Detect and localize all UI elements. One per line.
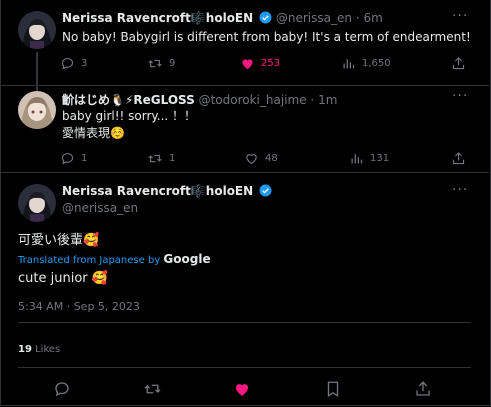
action-bar: 1 1 48 131 bbox=[0, 151, 489, 167]
divider bbox=[18, 322, 471, 323]
action-bar bbox=[0, 380, 489, 400]
retweet-button[interactable]: 1 bbox=[147, 151, 175, 166]
share-button[interactable] bbox=[414, 380, 432, 398]
like-button[interactable]: 253 bbox=[240, 56, 280, 71]
more-options-button[interactable]: ··· bbox=[452, 88, 468, 104]
share-icon bbox=[451, 56, 466, 71]
like-count: 48 bbox=[265, 153, 278, 164]
verified-icon bbox=[259, 184, 272, 200]
tweet-text-line-2: 愛情表現☺️ bbox=[62, 126, 125, 140]
views-count: 1,650 bbox=[362, 58, 391, 69]
views-count: 131 bbox=[370, 153, 390, 164]
display-name[interactable]: 齘はじめ🐧⚡ReGLOSS bbox=[62, 93, 195, 107]
share-button[interactable] bbox=[451, 56, 466, 71]
bookmark-button[interactable] bbox=[324, 380, 342, 398]
retweet-icon bbox=[143, 380, 162, 398]
handle[interactable]: @nerissa_en bbox=[62, 201, 138, 215]
avatar[interactable] bbox=[18, 11, 56, 49]
handle[interactable]: @todoroki_hajime bbox=[199, 93, 307, 107]
like-icon bbox=[244, 151, 259, 166]
focused-tweet: Nerissa Ravencroft🎼️holoEN @nerissa_en ·… bbox=[0, 172, 489, 407]
views-button[interactable]: 1,650 bbox=[341, 56, 391, 71]
reply-button[interactable]: 1 bbox=[60, 151, 87, 166]
views-button[interactable]: 131 bbox=[349, 151, 389, 166]
like-count: 253 bbox=[261, 58, 281, 69]
tweet-header: Nerissa Ravencroft🎼️holoEN bbox=[62, 184, 272, 200]
display-name[interactable]: Nerissa Ravencroft🎼️holoEN bbox=[62, 184, 253, 198]
tweet-timestamp[interactable]: 5:34 AM · Sep 5, 2023 bbox=[18, 300, 140, 313]
avatar[interactable] bbox=[18, 184, 56, 222]
tweet-divider bbox=[0, 172, 489, 173]
reply-icon bbox=[60, 56, 75, 71]
like-icon bbox=[240, 56, 255, 71]
like-button[interactable] bbox=[233, 380, 251, 398]
separator: · bbox=[310, 93, 315, 107]
more-options-button[interactable]: ··· bbox=[452, 8, 468, 24]
timestamp[interactable]: 6m bbox=[363, 11, 382, 25]
separator: · bbox=[355, 11, 360, 25]
retweet-icon bbox=[147, 56, 163, 71]
tweet-nerissa-reply[interactable]: Nerissa Ravencroft🎼️holoEN @nerissa_en ·… bbox=[0, 0, 489, 89]
translation-attribution: Translated from Japanese by Google bbox=[18, 252, 211, 266]
google-logo: Google bbox=[163, 252, 211, 266]
retweet-count: 9 bbox=[169, 58, 176, 69]
tweet-header: Nerissa Ravencroft🎼️holoEN @nerissa_en ·… bbox=[62, 11, 383, 27]
tweet-hajime-reply[interactable]: 齘はじめ🐧⚡ReGLOSS @todoroki_hajime · 1m ··· … bbox=[0, 85, 489, 172]
retweet-button[interactable] bbox=[143, 380, 162, 398]
share-icon bbox=[451, 151, 466, 166]
display-name[interactable]: Nerissa Ravencroft🎼️holoEN bbox=[62, 11, 253, 25]
likes-summary[interactable]: 19 Likes bbox=[18, 344, 60, 355]
more-options-button[interactable]: ··· bbox=[452, 182, 468, 198]
avatar[interactable] bbox=[18, 91, 56, 129]
tweet-divider bbox=[0, 85, 489, 86]
like-icon bbox=[233, 380, 251, 398]
likes-label: Likes bbox=[35, 344, 61, 355]
original-text: 可愛い後輩🥰 bbox=[18, 233, 100, 248]
reply-button[interactable] bbox=[53, 380, 71, 398]
divider bbox=[18, 367, 471, 368]
share-button[interactable] bbox=[451, 151, 466, 166]
views-icon bbox=[341, 56, 356, 71]
views-icon bbox=[349, 151, 364, 166]
handle[interactable]: @nerissa_en bbox=[276, 11, 352, 25]
tweet-header: 齘はじめ🐧⚡ReGLOSS @todoroki_hajime · 1m bbox=[62, 91, 337, 108]
verified-icon bbox=[259, 11, 272, 27]
reply-icon bbox=[60, 151, 75, 166]
tweet-text-line-1: baby girl!! sorry... ！！ bbox=[62, 109, 197, 123]
retweet-button[interactable]: 9 bbox=[147, 56, 175, 71]
translated-from-link[interactable]: Translated from Japanese by bbox=[18, 255, 160, 266]
action-bar: 3 9 253 1,650 bbox=[0, 56, 489, 72]
share-icon bbox=[414, 380, 432, 398]
translated-text: cute junior 🥰 bbox=[18, 271, 108, 286]
likes-count: 19 bbox=[18, 344, 32, 355]
retweet-count: 1 bbox=[169, 153, 176, 164]
timestamp[interactable]: 1m bbox=[318, 93, 337, 107]
reply-count: 1 bbox=[81, 153, 88, 164]
reply-count: 3 bbox=[81, 58, 88, 69]
reply-button[interactable]: 3 bbox=[60, 56, 87, 71]
like-button[interactable]: 48 bbox=[244, 151, 278, 166]
retweet-icon bbox=[147, 151, 163, 166]
bookmark-icon bbox=[324, 380, 342, 398]
tweet-text: No baby! Babygirl is different from baby… bbox=[62, 30, 471, 44]
reply-icon bbox=[53, 380, 71, 398]
